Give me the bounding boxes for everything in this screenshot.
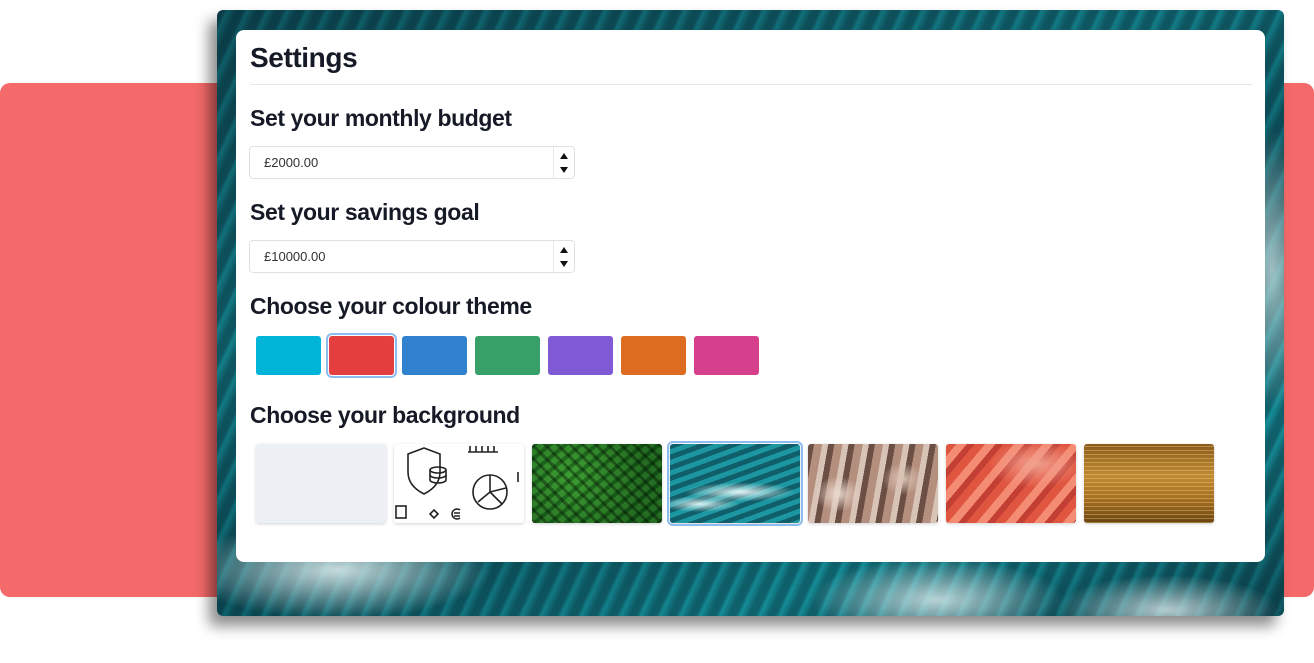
savings-stepper-arrows (553, 241, 574, 272)
savings-input[interactable] (250, 241, 540, 272)
swatch-pink[interactable] (694, 336, 759, 375)
page-title: Settings (250, 42, 358, 73)
budget-stepper-arrows (553, 147, 574, 178)
background-plain-light[interactable] (256, 444, 386, 523)
swatch-purple[interactable] (548, 336, 613, 375)
arrow-down-icon (560, 166, 568, 173)
background-ocean-waves[interactable] (667, 441, 803, 526)
background-fern-leaves[interactable] (532, 444, 662, 523)
arrow-down-icon (560, 260, 568, 267)
settings-panel: Settings Set your monthly budget Set you… (236, 30, 1265, 562)
finance-pattern-icon (395, 446, 519, 520)
colour-theme-heading: Choose your colour theme (250, 293, 532, 319)
savings-decrement-button[interactable] (554, 256, 574, 271)
budget-decrement-button[interactable] (554, 162, 574, 177)
arrow-up-icon (560, 246, 568, 253)
budget-input[interactable] (250, 147, 540, 178)
swatch-red[interactable] (326, 333, 397, 378)
swatch-green[interactable] (475, 336, 540, 375)
background-heading: Choose your background (250, 402, 520, 428)
swatch-cyan[interactable] (256, 336, 321, 375)
background-golden-water[interactable] (1084, 444, 1214, 523)
background-red-canyon[interactable] (946, 444, 1076, 523)
budget-heading: Set your monthly budget (250, 105, 512, 131)
swatch-blue[interactable] (402, 336, 467, 375)
background-rocks[interactable] (808, 444, 938, 523)
swatch-orange[interactable] (621, 336, 686, 375)
savings-stepper (249, 240, 575, 273)
budget-increment-button[interactable] (554, 148, 574, 163)
arrow-up-icon (560, 152, 568, 159)
budget-stepper (249, 146, 575, 179)
savings-heading: Set your savings goal (250, 199, 480, 225)
title-divider (250, 84, 1252, 85)
savings-increment-button[interactable] (554, 242, 574, 257)
background-finance-icons[interactable] (394, 444, 524, 523)
